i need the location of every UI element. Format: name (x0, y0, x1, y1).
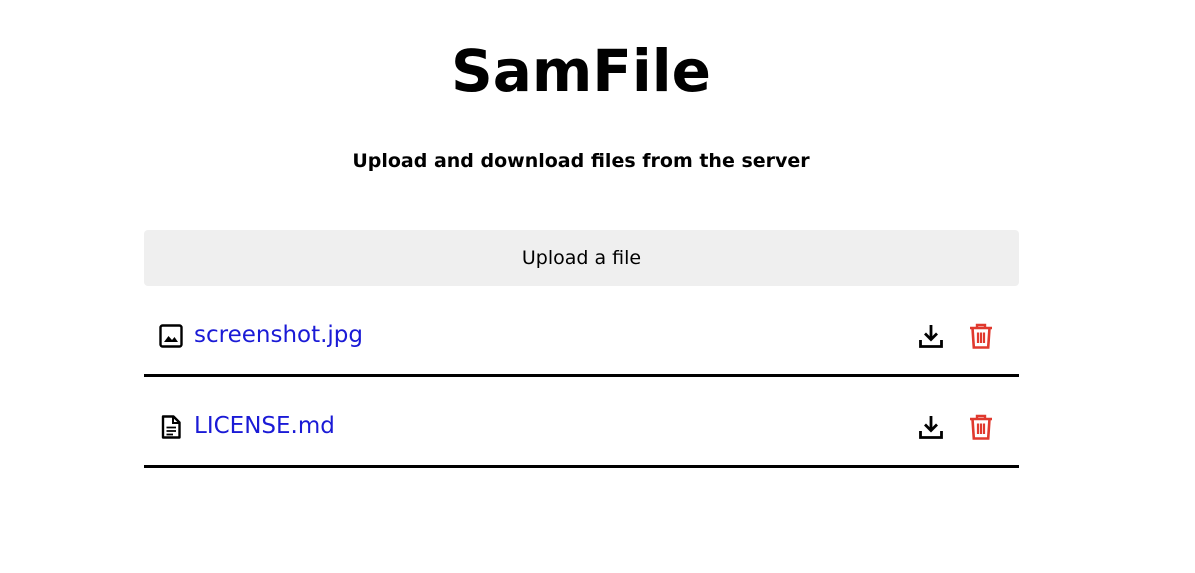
upload-file-button[interactable]: Upload a file (144, 230, 1019, 286)
file-row: screenshot.jpg (144, 286, 1019, 377)
file-link-license[interactable]: LICENSE.md (194, 410, 335, 442)
text-file-icon (158, 414, 184, 440)
image-file-icon (158, 323, 184, 349)
download-icon[interactable] (917, 413, 945, 441)
file-list: screenshot.jpg LICENSE.md (144, 286, 1019, 468)
page-subtitle: Upload and download files from the serve… (352, 150, 810, 172)
page-title: SamFile (450, 37, 712, 105)
file-row: LICENSE.md (144, 377, 1019, 468)
download-icon[interactable] (917, 322, 945, 350)
page: SamFile Upload and download files from t… (0, 0, 1195, 573)
delete-icon[interactable] (967, 413, 995, 441)
delete-icon[interactable] (967, 322, 995, 350)
file-link-screenshot[interactable]: screenshot.jpg (194, 319, 363, 351)
